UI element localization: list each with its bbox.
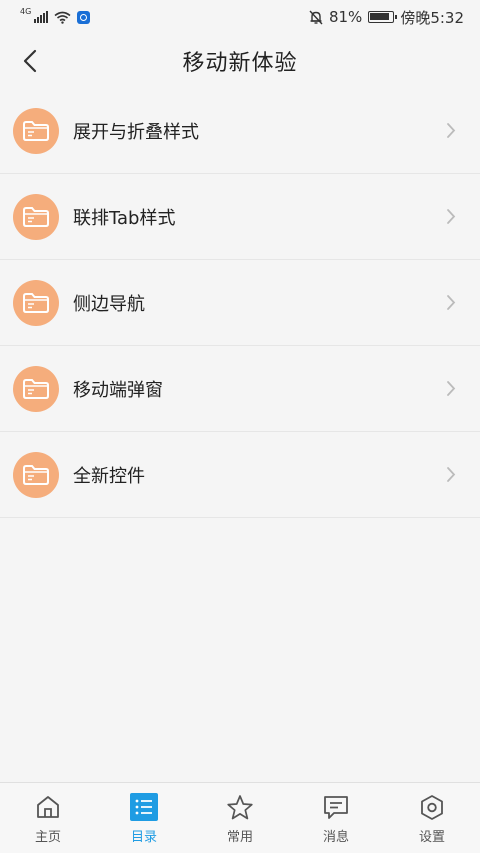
folder-icon xyxy=(13,365,59,412)
list-item-tab-style[interactable]: 联排Tab样式 xyxy=(0,174,480,260)
page-title: 移动新体验 xyxy=(182,51,298,76)
tab-label: 主页 xyxy=(34,830,61,845)
tab-messages[interactable]: 消息 xyxy=(288,783,384,853)
network-type: 4G xyxy=(20,6,32,16)
list-item-new-controls[interactable]: 全新控件 xyxy=(0,432,480,518)
list-item-label: 侧边导航 xyxy=(73,293,145,315)
tab-label: 设置 xyxy=(418,830,445,845)
status-right: 81% 傍晚5:32 xyxy=(309,7,480,28)
star-icon xyxy=(226,793,254,821)
list-item-expand-collapse[interactable]: 展开与折叠样式 xyxy=(0,88,480,174)
battery-percent: 81% xyxy=(328,8,363,26)
tab-favorites[interactable]: 常用 xyxy=(192,783,288,853)
bottom-tab-bar: 主页 目录 常用 消息 设置 xyxy=(0,782,480,853)
folder-icon xyxy=(13,451,59,498)
menu-list: 展开与折叠样式 联排Tab样式 侧边导航 移动端弹窗 全新控件 xyxy=(0,88,480,518)
signal-icon xyxy=(34,11,49,23)
status-time: 傍晚5:32 xyxy=(400,8,464,27)
message-icon xyxy=(322,793,350,821)
screen: 4G 81% 傍晚5:32 移动新体验 展开与折叠样式 联排Tab样式 侧边导航… xyxy=(0,0,480,853)
tab-label: 消息 xyxy=(322,830,349,845)
list-item-label: 移动端弹窗 xyxy=(73,379,163,401)
chevron-right-icon xyxy=(447,209,456,224)
home-icon xyxy=(34,793,62,821)
chevron-right-icon xyxy=(447,381,456,396)
settings-icon xyxy=(418,793,446,821)
wifi-icon xyxy=(54,11,71,24)
folder-icon xyxy=(13,193,59,240)
list-item-side-nav[interactable]: 侧边导航 xyxy=(0,260,480,346)
back-arrow-icon xyxy=(23,49,37,73)
chevron-right-icon xyxy=(447,467,456,482)
back-button[interactable] xyxy=(12,43,48,79)
list-item-label: 展开与折叠样式 xyxy=(73,121,199,143)
mute-bell-icon xyxy=(309,10,323,24)
tab-label: 常用 xyxy=(226,830,253,845)
list-item-mobile-popup[interactable]: 移动端弹窗 xyxy=(0,346,480,432)
status-bar: 4G 81% 傍晚5:32 xyxy=(0,0,480,34)
tab-catalog[interactable]: 目录 xyxy=(96,783,192,853)
chevron-right-icon xyxy=(447,123,456,138)
chevron-right-icon xyxy=(447,295,456,310)
tab-settings[interactable]: 设置 xyxy=(384,783,480,853)
tab-home[interactable]: 主页 xyxy=(0,783,96,853)
folder-icon xyxy=(13,107,59,154)
catalog-list-icon xyxy=(130,793,158,821)
battery-icon xyxy=(368,11,398,23)
status-left: 4G xyxy=(0,7,91,24)
header: 移动新体验 xyxy=(0,34,480,88)
security-shield-icon xyxy=(77,10,91,24)
list-item-label: 联排Tab样式 xyxy=(73,207,176,229)
folder-icon xyxy=(13,279,59,326)
tab-label: 目录 xyxy=(130,830,157,845)
list-item-label: 全新控件 xyxy=(73,465,145,487)
